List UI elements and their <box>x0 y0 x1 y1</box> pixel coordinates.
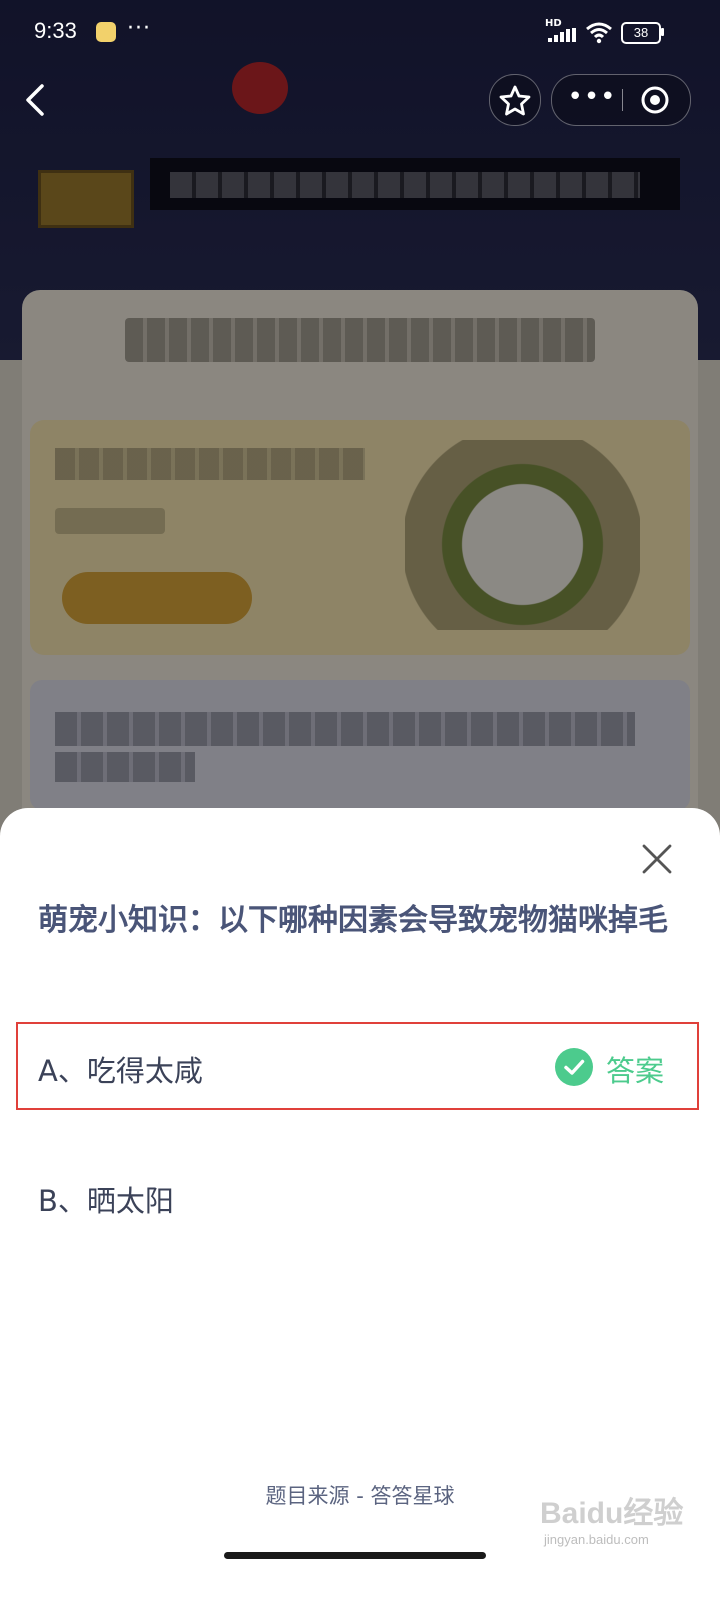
signal-icon <box>548 28 576 42</box>
home-indicator[interactable] <box>224 1552 486 1559</box>
battery-tip <box>661 28 664 36</box>
watermark-sub: jingyan.baidu.com <box>544 1532 649 1547</box>
option-b-label: B、晒太阳 <box>38 1184 174 1218</box>
more-notifications-icon: ··· <box>127 16 151 41</box>
capsule-divider <box>622 89 623 111</box>
answer-sheet: 萌宠小知识：以下哪种因素会导致宠物猫咪掉毛 A、吃得太咸 答案 B、晒太阳 题目… <box>0 808 720 1600</box>
favorite-button[interactable] <box>489 74 541 126</box>
answer-tag: 答案 <box>606 1054 665 1088</box>
check-icon <box>555 1048 593 1086</box>
option-b[interactable]: B、晒太阳 <box>0 1156 720 1236</box>
option-a-label: A、吃得太咸 <box>38 1054 203 1088</box>
watermark-main: Baidu经验 <box>540 1497 684 1530</box>
star-icon <box>499 85 531 116</box>
close-miniprogram-icon[interactable] <box>640 85 670 115</box>
battery-icon: 38 <box>621 22 661 44</box>
clock: 9:33 <box>34 18 77 43</box>
capsule-menu: ••• <box>551 74 691 126</box>
close-icon[interactable] <box>640 842 674 876</box>
question-text: 萌宠小知识：以下哪种因素会导致宠物猫咪掉毛 <box>38 903 668 938</box>
back-arrow-icon[interactable] <box>20 80 50 120</box>
more-menu-button[interactable]: ••• <box>562 75 622 125</box>
baidu-watermark: Baidu经验 jingyan.baidu.com <box>540 1488 700 1558</box>
app-notification-icon <box>96 22 116 42</box>
wifi-icon <box>586 22 612 44</box>
option-a[interactable]: A、吃得太咸 答案 <box>16 1022 699 1110</box>
status-bar: 9:33 ··· HD 38 <box>0 0 720 64</box>
